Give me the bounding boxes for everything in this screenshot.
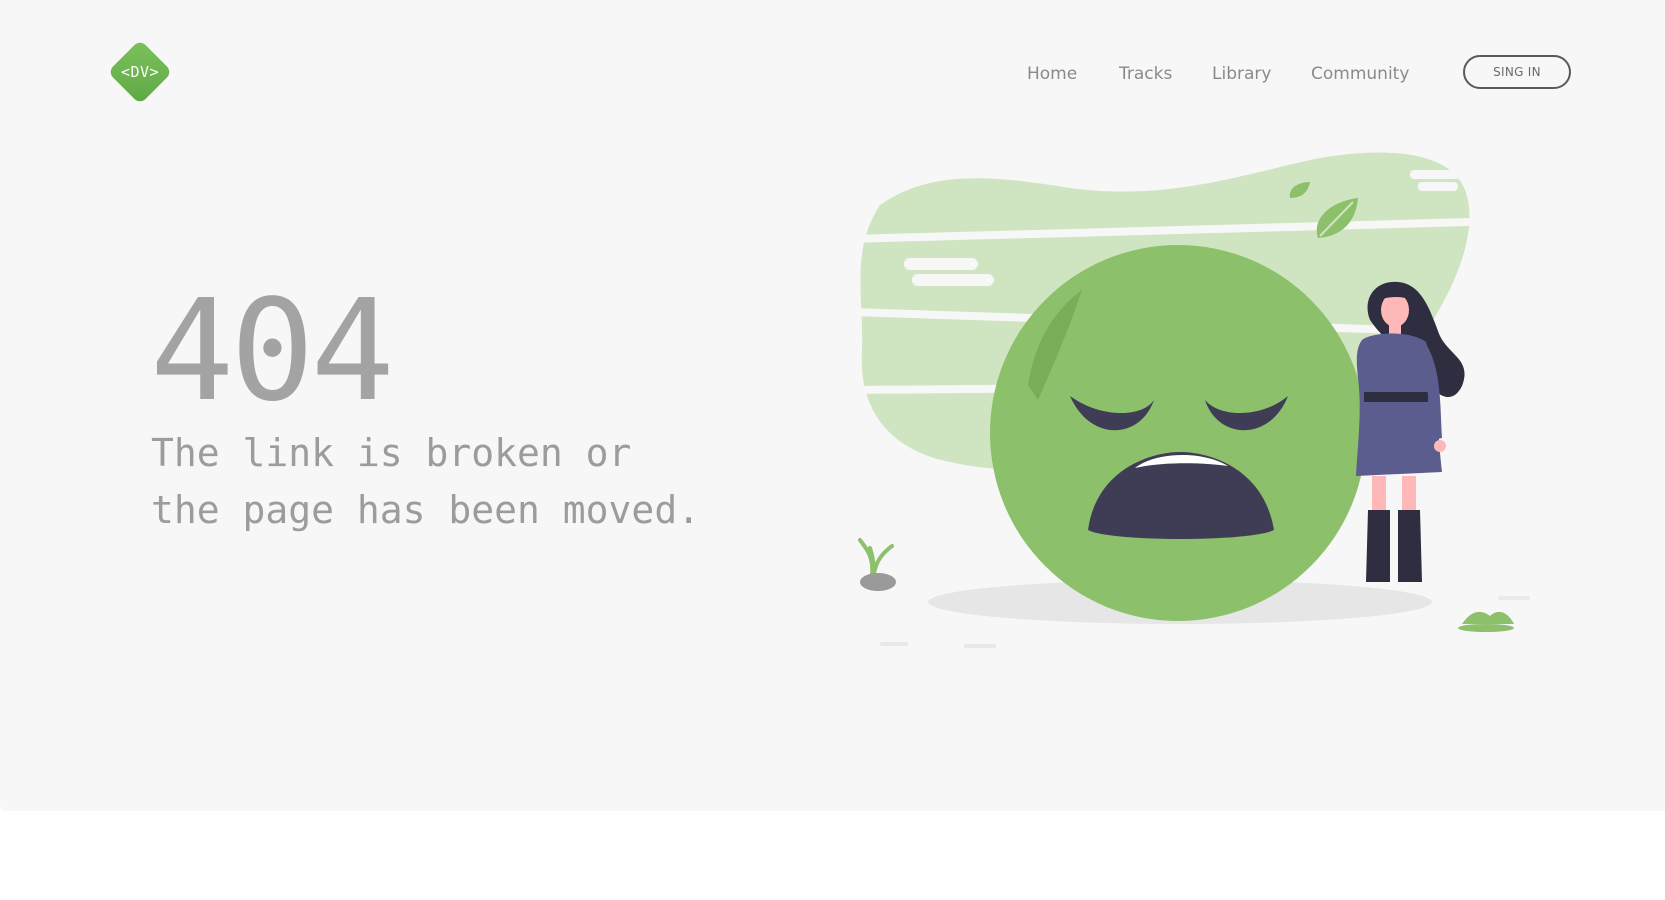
page-404: <DV> Home Tracks Library Community SING … — [0, 0, 1665, 811]
error-message-line-1: The link is broken or — [151, 431, 632, 475]
sad-face-illustration — [850, 152, 1530, 648]
logo-text: <DV> — [120, 63, 160, 81]
nav-tracks[interactable]: Tracks — [1119, 62, 1172, 86]
sign-in-button[interactable]: SING IN — [1463, 55, 1571, 89]
ground-mark — [1498, 596, 1530, 600]
nav-community[interactable]: Community — [1311, 62, 1409, 86]
nav-library[interactable]: Library — [1212, 62, 1271, 86]
error-code: 404 — [150, 270, 395, 433]
logo[interactable]: <DV> — [102, 34, 178, 110]
ground-mark — [964, 644, 996, 648]
ground-mark — [880, 642, 908, 646]
error-message: The link is broken or the page has been … — [151, 425, 700, 539]
nav-home[interactable]: Home — [1027, 62, 1077, 86]
error-message-line-2: the page has been moved. — [151, 488, 701, 532]
sad-emoji — [990, 245, 1366, 621]
